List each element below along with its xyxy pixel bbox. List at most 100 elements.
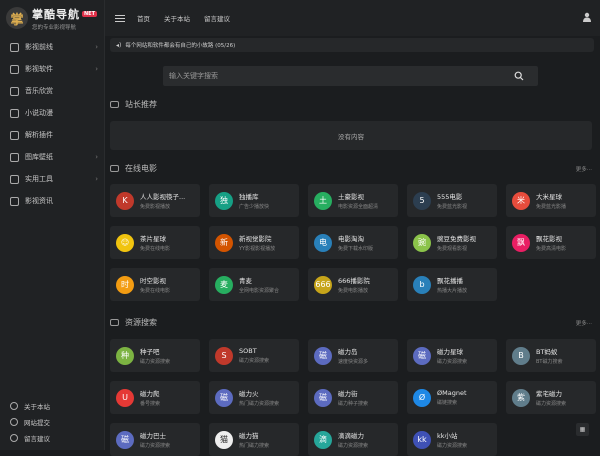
sidebar-item-label: 解析插件 <box>25 131 53 139</box>
sidebar-item-plugin[interactable]: 解析插件 <box>0 124 104 146</box>
sidebar-item-label: 实用工具 <box>25 175 53 183</box>
site-card[interactable]: 麦青麦 全网电影资源聚合 <box>209 268 299 301</box>
site-card[interactable]: K 人人影视筷子... 免费影视播放 <box>110 184 200 217</box>
site-card[interactable]: 电电影淘淘 免费下载水印版 <box>308 226 398 259</box>
sidebar-feedback[interactable]: 留言建议 <box>0 430 104 446</box>
news-icon <box>10 196 19 206</box>
sidebar-item-label: 影视资讯 <box>25 197 53 205</box>
sidebar-about[interactable]: 关于本站 <box>0 398 104 414</box>
tool-icon <box>10 174 19 184</box>
site-card[interactable]: 飘飘花影视 免费高清电影 <box>506 226 596 259</box>
sidebar-item-film[interactable]: 影视前线 › <box>0 36 104 58</box>
plugin-icon <box>10 130 19 140</box>
sidebar-submit[interactable]: 网站提交 <box>0 414 104 430</box>
sidebar-footer-label: 留言建议 <box>24 435 50 443</box>
site-card[interactable]: U 磁力爬 番号搜索 <box>110 381 200 414</box>
notice-text: 每个网站和软件都会有自己的小故路 (05/26) <box>125 43 236 49</box>
site-card[interactable]: 滴滴滴磁力 磁力资源搜索 <box>308 423 398 456</box>
sidebar-item-wallpaper[interactable]: 图库壁纸 › <box>0 146 104 168</box>
notice-bar[interactable]: ◂) 每个网站和软件都会有自己的小故路 (05/26) <box>110 38 594 52</box>
site-card[interactable]: 土土豪影视 电影资源全面超清 <box>308 184 398 217</box>
site-card[interactable]: kk kk小站 磁力资源搜索 <box>407 423 497 456</box>
more-link-resource[interactable]: 更多··· <box>576 319 592 327</box>
more-link-online[interactable]: 更多··· <box>576 165 592 173</box>
site-card[interactable]: ☺ 茶片星球 免费在线电影 <box>110 226 200 259</box>
site-name: 飘花播播 <box>437 277 463 285</box>
site-card[interactable]: Ø ØMagnet 磁链搜索 <box>407 381 497 414</box>
site-logo-icon: 磁 <box>116 430 134 449</box>
site-description: 免费高清电影 <box>536 246 567 252</box>
site-description: 热播大片播放 <box>437 288 468 294</box>
site-card[interactable]: 666 666播影院 免费电影播放 <box>308 268 398 301</box>
logo[interactable]: 掌 掌酷导航 NET 您的专业影视导航 <box>0 0 104 36</box>
sidebar-footer: 关于本站 网站提交 留言建议 <box>0 398 104 446</box>
menu-icon[interactable] <box>115 14 125 22</box>
site-name: 666播影院 <box>338 277 370 285</box>
site-description: 免费蓝光影视 <box>437 204 468 210</box>
site-card[interactable]: 豌豌豆免费影视 免费观看影视 <box>407 226 497 259</box>
card-grid-online: K 人人影视筷子... 免费影视播放 独独播库 广告少播放快土土豪影视 电影资源全面超清 5… <box>110 184 596 301</box>
site-card[interactable]: S SOBT 磁力资源搜索 <box>209 339 299 372</box>
site-card[interactable]: 磁磁力街 磁力种子搜索 <box>308 381 398 414</box>
info-icon <box>10 402 18 410</box>
sidebar-item-tools[interactable]: 实用工具 › <box>0 168 104 190</box>
site-description: 电影资源全面超清 <box>338 204 379 210</box>
site-description: BT磁力搜索 <box>536 359 563 365</box>
site-description: YY影视影视播放 <box>239 246 276 252</box>
site-logo-icon: B <box>512 346 530 365</box>
user-icon[interactable] <box>582 12 592 22</box>
site-logo-icon: 磁 <box>215 388 233 407</box>
site-card[interactable]: 种种子吧 磁力资源搜索 <box>110 339 200 372</box>
site-description: 磁力资源搜索 <box>536 401 567 407</box>
site-name: SOBT <box>239 347 257 355</box>
site-name: 磁力爬 <box>140 390 160 398</box>
search-input[interactable]: 输入关键字搜索 <box>163 66 538 86</box>
section-title-online: 在线电影 <box>110 163 157 174</box>
site-logo-icon: K <box>116 191 134 210</box>
site-card[interactable]: 新新视觉影院 YY影视影视播放 <box>209 226 299 259</box>
site-card[interactable]: 磁磁力星球 磁力资源搜索 <box>407 339 497 372</box>
sidebar-item-news[interactable]: 影视资讯 <box>0 190 104 212</box>
site-card[interactable]: 磁磁力岛 速度快资源多 <box>308 339 398 372</box>
site-description: 免费蓝光影播 <box>536 204 567 210</box>
site-logo-icon: Ø <box>413 388 431 407</box>
site-card[interactable]: 米大米星球 免费蓝光影播 <box>506 184 596 217</box>
nav-home[interactable]: 首页 <box>137 13 150 23</box>
site-name: 555电影 <box>437 193 463 201</box>
nav-about[interactable]: 关于本站 <box>164 13 190 23</box>
search-icon[interactable] <box>514 71 524 81</box>
sidebar: 掌 掌酷导航 NET 您的专业影视导航 影视前线 › 影视软件 › 音乐欣赏 小说动… <box>0 0 105 450</box>
site-card[interactable]: 时时空影视 免费在线电影 <box>110 268 200 301</box>
site-name: 青麦 <box>239 277 252 285</box>
nav-feedback[interactable]: 留言建议 <box>204 13 230 23</box>
site-name: 滴滴磁力 <box>338 432 364 440</box>
grid-icon: ▦ <box>579 426 586 433</box>
site-card[interactable]: 独独播库 广告少播放快 <box>209 184 299 217</box>
site-name: 种子吧 <box>140 348 160 356</box>
site-description: 免费影视播放 <box>140 204 171 210</box>
search-placeholder: 输入关键字搜索 <box>169 72 218 80</box>
site-card[interactable]: 磁磁力巴士 磁力资源搜索 <box>110 423 200 456</box>
header: 首页 关于本站 留言建议 <box>105 0 600 36</box>
sidebar-item-novel[interactable]: 小说动漫 <box>0 102 104 124</box>
site-card[interactable]: 紫紫宅磁力 磁力资源搜索 <box>506 381 596 414</box>
message-icon <box>10 434 18 442</box>
site-description: 广告少播放快 <box>239 204 270 210</box>
site-card[interactable]: 5 555电影 免费蓝光影视 <box>407 184 497 217</box>
site-description: 免费电影播放 <box>338 288 369 294</box>
site-description: 磁力资源搜索 <box>437 443 468 449</box>
site-card[interactable]: 磁磁力火 热门磁力资源搜索 <box>209 381 299 414</box>
site-card[interactable]: b 飘花播播 热播大片播放 <box>407 268 497 301</box>
sidebar-item-label: 小说动漫 <box>25 109 53 117</box>
site-logo-icon: 飘 <box>512 233 530 252</box>
site-card[interactable]: B BT蚂蚁 BT磁力搜索 <box>506 339 596 372</box>
site-card[interactable]: 猫磁力猫 热门磁力搜索 <box>209 423 299 456</box>
site-name: 人人影视筷子... <box>140 193 186 201</box>
chevron-right-icon: › <box>95 43 98 51</box>
back-to-top-button[interactable]: ▦ <box>576 423 589 436</box>
sidebar-item-music[interactable]: 音乐欣赏 <box>0 80 104 102</box>
site-description: 热门磁力资源搜索 <box>239 401 280 407</box>
site-name: 磁力星球 <box>437 348 463 356</box>
site-description: 免费在线电影 <box>140 288 171 294</box>
sidebar-item-software[interactable]: 影视软件 › <box>0 58 104 80</box>
